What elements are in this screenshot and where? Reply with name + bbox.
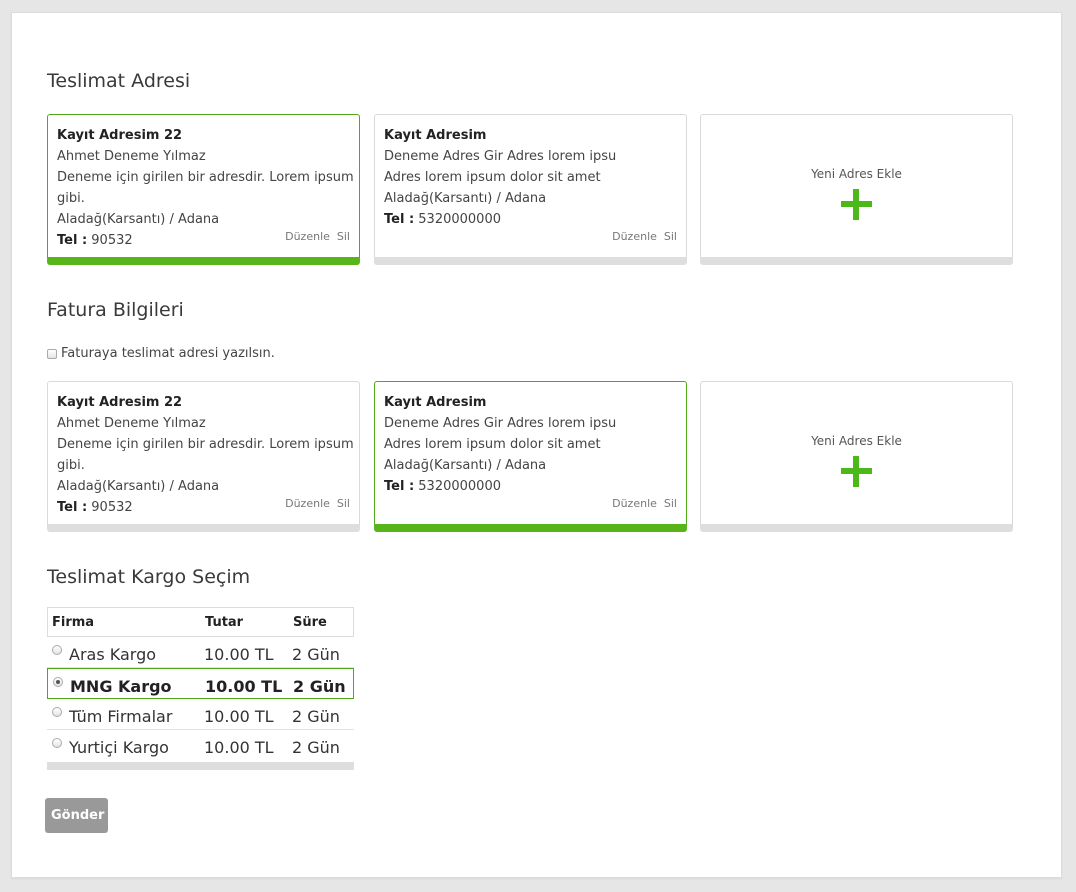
tel-value: 5320000000 [414,479,501,494]
cargo-table: Firma Tutar Süre Aras Kargo 10.00 TL 2 G… [47,607,354,770]
delivery-address-card-2[interactable]: Kayıt Adresim Deneme Adres Gir Adres lor… [374,114,687,265]
column-tutar: Tutar [205,615,244,630]
checkout-panel: Teslimat Adresi Kayıt Adresim 22 Ahmet D… [11,12,1062,878]
address-city: Aladağ(Karsantı) / Adana [384,191,547,206]
address-name: Kayıt Adresim [384,128,487,143]
address-city: Aladağ(Karsantı) / Adana [57,479,220,494]
delivery-address-card-1[interactable]: Kayıt Adresim 22 Ahmet Deneme Yılmaz Den… [47,114,360,265]
address-person: Deneme Adres Gir Adres lorem ipsu [384,416,617,431]
edit-address-link[interactable]: Düzenle [285,230,330,243]
cargo-option-yurtici[interactable]: Yurtiçi Kargo 10.00 TL 2 Gün [47,730,354,761]
cargo-sure: 2 Gün [293,677,346,696]
address-name: Kayıt Adresim [384,395,487,410]
tel-label: Tel : [384,212,415,227]
column-firma: Firma [52,615,95,630]
address-name: Kayıt Adresim 22 [57,128,183,143]
cargo-radio[interactable] [52,738,62,748]
cargo-title: Teslimat Kargo Seçim [47,566,251,588]
delivery-title: Teslimat Adresi [47,70,191,92]
add-address-label: Yeni Adres Ekle [811,434,902,448]
cargo-table-header: Firma Tutar Süre [47,607,354,637]
add-delivery-address-button[interactable]: Yeni Adres Ekle [700,114,1013,265]
address-city: Aladağ(Karsantı) / Adana [384,458,547,473]
add-address-label: Yeni Adres Ekle [811,167,902,181]
edit-address-link[interactable]: Düzenle [612,497,657,510]
tel-label: Tel : [384,479,415,494]
address-line: Deneme için girilen bir adresdir. Lorem … [57,170,354,206]
tel-label: Tel : [57,500,88,515]
billing-same-label: Faturaya teslimat adresi yazılsın. [61,346,275,361]
plus-icon [841,456,872,487]
cargo-tutar: 10.00 TL [204,738,274,757]
column-sure: Süre [293,615,327,630]
cargo-firma: Aras Kargo [69,645,157,664]
address-line: Deneme için girilen bir adresdir. Lorem … [57,437,354,473]
delete-address-link[interactable]: Sil [664,230,677,243]
billing-address-card-2[interactable]: Kayıt Adresim Deneme Adres Gir Adres lor… [374,381,687,532]
delivery-address-list: Kayıt Adresim 22 Ahmet Deneme Yılmaz Den… [47,114,1014,265]
cargo-radio[interactable] [53,677,63,687]
cargo-sure: 2 Gün [292,707,340,726]
cargo-firma: Yurtiçi Kargo [69,738,169,757]
address-person: Deneme Adres Gir Adres lorem ipsu [384,149,617,164]
add-billing-address-button[interactable]: Yeni Adres Ekle [700,381,1013,532]
delete-address-link[interactable]: Sil [337,497,350,510]
delete-address-link[interactable]: Sil [337,230,350,243]
tel-value: 90532 [87,500,133,515]
billing-address-list: Kayıt Adresim 22 Ahmet Deneme Yılmaz Den… [47,381,1014,532]
cargo-radio[interactable] [52,707,62,717]
tel-value: 5320000000 [414,212,501,227]
cargo-tutar: 10.00 TL [205,677,283,696]
billing-title: Fatura Bilgileri [47,299,184,321]
edit-address-link[interactable]: Düzenle [285,497,330,510]
cargo-sure: 2 Gün [292,645,340,664]
cargo-firma: Tüm Firmalar [69,707,173,726]
address-city: Aladağ(Karsantı) / Adana [57,212,220,227]
tel-value: 90532 [87,233,133,248]
tel-label: Tel : [57,233,88,248]
cargo-option-aras[interactable]: Aras Kargo 10.00 TL 2 Gün [47,637,354,668]
address-name: Kayıt Adresim 22 [57,395,183,410]
address-tel: Tel : 5320000000 [384,209,686,230]
address-person: Ahmet Deneme Yılmaz [57,416,206,431]
delete-address-link[interactable]: Sil [664,497,677,510]
billing-address-card-1[interactable]: Kayıt Adresim 22 Ahmet Deneme Yılmaz Den… [47,381,360,532]
billing-same-as-delivery[interactable]: Faturaya teslimat adresi yazılsın. [47,346,275,361]
address-person: Ahmet Deneme Yılmaz [57,149,206,164]
cargo-sure: 2 Gün [292,738,340,757]
plus-icon [841,189,872,220]
address-line: Adres lorem ipsum dolor sit amet [384,437,601,452]
address-line: Adres lorem ipsum dolor sit amet [384,170,601,185]
billing-same-checkbox[interactable] [47,348,57,359]
cargo-radio[interactable] [52,645,62,655]
submit-button[interactable]: Gönder [45,798,108,833]
cargo-firma: MNG Kargo [70,677,172,696]
cargo-tutar: 10.00 TL [204,645,274,664]
cargo-tutar: 10.00 TL [204,707,274,726]
cargo-option-tum[interactable]: Tüm Firmalar 10.00 TL 2 Gün [47,699,354,730]
address-tel: Tel : 5320000000 [384,476,686,497]
edit-address-link[interactable]: Düzenle [612,230,657,243]
cargo-option-mng[interactable]: MNG Kargo 10.00 TL 2 Gün [47,668,354,699]
